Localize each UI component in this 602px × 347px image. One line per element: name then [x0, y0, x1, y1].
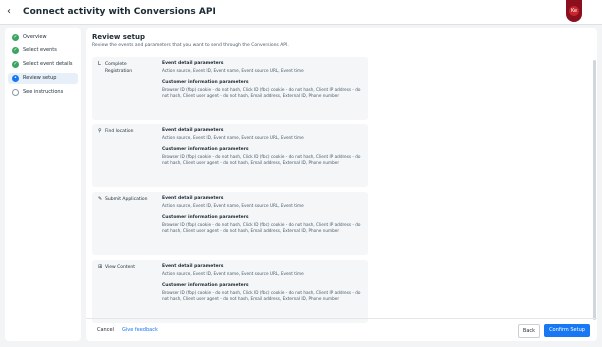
customer-text: Browser ID (fbp) cookie - do not hash, C…	[162, 222, 361, 233]
top-bar: ‹ Connect activity with Conversions API …	[0, 0, 602, 25]
customer-text: Browser ID (fbp) cookie - do not hash, C…	[162, 87, 361, 98]
event-name: Submit Application	[105, 197, 148, 202]
give-feedback-link[interactable]: Give feedback	[122, 327, 158, 334]
application-icon: ✎	[98, 196, 103, 202]
customer-heading: Customer information parameters	[162, 215, 249, 220]
customer-heading: Customer information parameters	[162, 80, 249, 85]
content-icon: ⊞	[98, 264, 103, 270]
pending-step-icon	[12, 89, 19, 96]
current-step-icon: •	[12, 75, 19, 82]
customer-heading: Customer information parameters	[162, 147, 249, 152]
step-label: Review setup	[23, 75, 57, 81]
event-card: ⊞ View Content Event detail parameters A…	[92, 260, 368, 323]
steps-sidebar: ✓ Overview ✓ Select events ✓ Select even…	[5, 28, 81, 341]
details-heading: Event detail parameters	[162, 196, 224, 201]
customer-heading: Customer information parameters	[162, 283, 249, 288]
step-label: Overview	[23, 34, 47, 40]
event-card: ⚲ Find location Event detail parameters …	[92, 124, 368, 187]
event-name: View Content	[105, 265, 136, 270]
confirm-setup-button[interactable]: Confirm Setup	[544, 324, 590, 337]
step-see-instructions[interactable]: See instructions	[8, 87, 78, 98]
step-review-setup[interactable]: • Review setup	[8, 73, 78, 84]
step-select-events[interactable]: ✓ Select events	[8, 45, 78, 56]
page-title: Connect activity with Conversions API	[23, 7, 216, 17]
customer-text: Browser ID (fbp) cookie - do not hash, C…	[162, 154, 361, 165]
step-label: Select event details	[23, 61, 73, 67]
event-name: Find location	[105, 129, 134, 134]
step-label: See instructions	[23, 89, 64, 95]
back-arrow-icon[interactable]: ‹	[7, 5, 11, 19]
details-text: Action source, Event ID, Event name, Eve…	[162, 68, 304, 73]
scrollbar[interactable]	[593, 60, 596, 320]
step-overview[interactable]: ✓ Overview	[8, 32, 78, 43]
details-text: Action source, Event ID, Event name, Eve…	[162, 271, 304, 276]
section-subtitle: Review the events and parameters that yo…	[92, 43, 289, 48]
cancel-button[interactable]: Cancel	[97, 327, 114, 334]
step-label: Select events	[23, 47, 57, 53]
event-card: ✎ Submit Application Event detail parame…	[92, 192, 368, 255]
details-heading: Event detail parameters	[162, 128, 224, 133]
profile-badge[interactable]: Ke	[566, 0, 582, 22]
location-icon: ⚲	[98, 128, 102, 134]
back-button[interactable]: Back	[518, 324, 540, 338]
check-icon: ✓	[12, 47, 19, 54]
registration-icon: L	[98, 61, 101, 67]
details-heading: Event detail parameters	[162, 61, 224, 66]
details-heading: Event detail parameters	[162, 264, 224, 269]
event-name: Complete Registration	[105, 62, 133, 74]
check-icon: ✓	[12, 61, 19, 68]
details-text: Action source, Event ID, Event name, Eve…	[162, 135, 304, 140]
event-card: L Complete Registration Event detail par…	[92, 57, 368, 120]
avatar[interactable]: Ke	[569, 6, 579, 16]
footer-bar: Cancel Give feedback Back Confirm Setup	[86, 318, 597, 342]
details-text: Action source, Event ID, Event name, Eve…	[162, 203, 304, 208]
section-title: Review setup	[92, 33, 146, 41]
review-panel: Review setup Review the events and param…	[86, 28, 597, 341]
check-icon: ✓	[12, 34, 19, 41]
customer-text: Browser ID (fbp) cookie - do not hash, C…	[162, 290, 361, 301]
step-select-event-details[interactable]: ✓ Select event details	[8, 59, 78, 70]
